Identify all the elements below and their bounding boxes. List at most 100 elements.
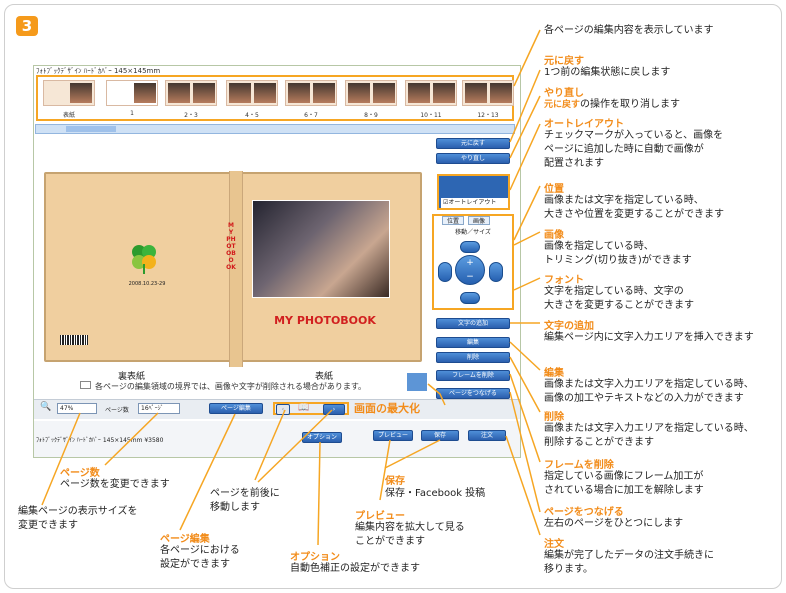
- cover-title[interactable]: MY PHOTOBOOK: [240, 314, 410, 327]
- thumbnail-label: 4・5: [245, 112, 259, 119]
- callout-image-desc1: 画像を指定している時、: [544, 241, 654, 252]
- thumbnail-page[interactable]: [226, 80, 278, 106]
- callout-redo-heading: やり直し: [544, 88, 584, 99]
- callout-edit-desc1: 画像または文字入力エリアを指定している時、: [544, 379, 754, 390]
- callout-redo-desc: 元に戻すの操作を取り消します: [544, 99, 681, 110]
- add-text-button[interactable]: 文字の追加: [436, 318, 510, 329]
- callout-preview-desc1: 編集内容を拡大して見る: [355, 522, 465, 533]
- callout-pageedit-desc2: 設定ができます: [160, 559, 230, 570]
- callout-frame-desc1: 指定している画像にフレーム加工が: [544, 471, 704, 482]
- delete-button[interactable]: 削除: [436, 352, 510, 363]
- arrow-up-icon[interactable]: [460, 241, 480, 253]
- callout-pages-heading: ページ数: [60, 468, 100, 479]
- pages-label: ページ数: [105, 407, 129, 414]
- callout-order-desc2: 移ります。: [544, 564, 593, 575]
- maximize-button[interactable]: [406, 372, 428, 392]
- callout-position-desc2: 大きさや位置を変更することができます: [544, 209, 724, 220]
- status-text: ﾌｫﾄﾌﾞｯｸﾃﾞｻﾞｲﾝ ﾊｰﾄﾞｶﾊﾞｰ 145×145mm ¥3580: [36, 437, 164, 444]
- arrow-down-icon[interactable]: [460, 292, 480, 304]
- callout-font-heading: フォント: [544, 275, 584, 286]
- callout-maximize-heading: 画面の最大化: [354, 402, 420, 415]
- option-button[interactable]: オプション: [302, 432, 342, 443]
- callout-delete-desc2: 削除することができます: [544, 437, 654, 448]
- magnifier-icon: 🔍: [40, 402, 52, 412]
- callout-display: 各ページの編集内容を表示しています: [544, 25, 714, 36]
- tab-position[interactable]: 位置: [442, 216, 464, 225]
- arrow-left-icon[interactable]: [438, 262, 452, 282]
- thumbnail-page[interactable]: [345, 80, 397, 106]
- step-badge: 3: [16, 16, 38, 36]
- thumbnail-scrollbar[interactable]: [35, 124, 515, 134]
- redo-button[interactable]: やり直し: [436, 153, 510, 164]
- callout-save-heading: 保存: [385, 476, 405, 487]
- callout-delete-desc1: 画像または文字入力エリアを指定している時、: [544, 423, 754, 434]
- callout-frame-heading: フレームを削除: [544, 460, 614, 471]
- undo-button[interactable]: 元に戻す: [436, 138, 510, 149]
- prev-page-button[interactable]: ‹: [276, 404, 290, 415]
- callout-addtext-heading: 文字の追加: [544, 321, 594, 332]
- clover-icon[interactable]: [128, 242, 160, 274]
- spine-text[interactable]: MY PHOTOBOOK: [226, 222, 236, 271]
- arrow-right-icon[interactable]: [489, 262, 503, 282]
- cover-photo[interactable]: [252, 200, 390, 298]
- callout-position-heading: 位置: [544, 184, 564, 195]
- callout-preview-heading: プレビュー: [355, 511, 405, 522]
- callout-image-heading: 画像: [544, 230, 564, 241]
- callout-preview-desc2: ことができます: [355, 536, 425, 547]
- thumbnail-label: 1: [130, 110, 134, 117]
- connect-pages-button[interactable]: ページをつなげる: [436, 388, 510, 399]
- callout-edit-desc2: 画像の加工やテキストなどの入力ができます: [544, 393, 744, 404]
- auto-layout-checkbox[interactable]: ☑オートレイアウト: [441, 198, 508, 208]
- barcode: [60, 335, 88, 345]
- boundary-note: 各ページの編集領域の境界では、画像や文字が削除される場合があります。: [80, 381, 366, 392]
- remove-frame-button[interactable]: フレームを削除: [436, 370, 510, 381]
- auto-layout-label: オートレイアウト: [448, 199, 497, 206]
- thumbnail-label: 6・7: [304, 112, 318, 119]
- callout-option-desc: 自動色補正の設定ができます: [290, 563, 420, 574]
- callout-connect-desc: 左右のページをひとつにします: [544, 518, 684, 529]
- edit-button[interactable]: 編集: [436, 337, 510, 348]
- callout-frame-desc2: されている場合に加工を解除します: [544, 485, 704, 496]
- thumbnail-cover[interactable]: [43, 80, 95, 106]
- thumbnail-label: 2・3: [184, 112, 198, 119]
- callout-option-heading: オプション: [290, 552, 340, 563]
- callout-pageedit-heading: ページ編集: [160, 534, 210, 545]
- callout-image-desc2: トリミング(切り抜き)ができます: [544, 255, 692, 266]
- thumbnail-label: 12・13: [477, 112, 499, 119]
- callout-pages-desc: ページ数を変更できます: [60, 479, 170, 490]
- callout-order-heading: 注文: [544, 539, 564, 550]
- callout-undo-desc: 1つ前の編集状態に戻します: [544, 67, 671, 78]
- callout-font-desc2: 大きさを変更することができます: [544, 300, 694, 311]
- cover-date[interactable]: 2008.10.23-29: [122, 281, 172, 287]
- page-edit-button[interactable]: ページ編集: [209, 403, 263, 414]
- preview-button[interactable]: プレビュー: [373, 430, 413, 441]
- thumbnail-page[interactable]: [165, 80, 217, 106]
- book-icon: 📖: [298, 403, 310, 413]
- thumbnail-page[interactable]: [106, 80, 158, 106]
- tab-image[interactable]: 画像: [468, 216, 490, 225]
- callout-zoom-desc1: 編集ページの表示サイズを: [18, 506, 138, 517]
- thumbnail-label: 表紙: [62, 112, 75, 119]
- callout-position-desc1: 画像または文字を指定している時、: [544, 195, 704, 206]
- callout-pageedit-desc1: 各ページにおける: [160, 545, 240, 556]
- save-button[interactable]: 保存: [421, 430, 459, 441]
- zoom-select[interactable]: 47%: [57, 403, 97, 414]
- order-button[interactable]: 注文: [468, 430, 506, 441]
- pages-select[interactable]: 16ﾍﾟｰｼﾞ: [138, 403, 180, 414]
- callout-delete-heading: 削除: [544, 412, 564, 423]
- next-page-button[interactable]: ›: [323, 404, 345, 415]
- thumbnail-page[interactable]: [285, 80, 337, 106]
- callout-connect-heading: ページをつなげる: [544, 507, 624, 518]
- callout-edit-heading: 編集: [544, 368, 564, 379]
- callout-order-desc1: 編集が完了したデータの注文手続きに: [544, 550, 714, 561]
- callout-zoom-desc2: 変更できます: [18, 520, 78, 531]
- callout-nav-desc2: 移動します: [210, 502, 260, 513]
- callout-nav-desc1: ページを前後に: [210, 488, 280, 499]
- zoom-plus-minus-icon[interactable]: + −: [455, 255, 485, 285]
- thumbnail-label: 10・11: [420, 112, 442, 119]
- callout-auto-desc3: 配置されます: [544, 158, 604, 169]
- thumbnail-page[interactable]: [462, 80, 514, 106]
- thumbnail-page[interactable]: [405, 80, 457, 106]
- callout-auto-desc2: ページに追加した時に自動で画像が: [544, 144, 704, 155]
- thumbnail-label: 8・9: [364, 112, 378, 119]
